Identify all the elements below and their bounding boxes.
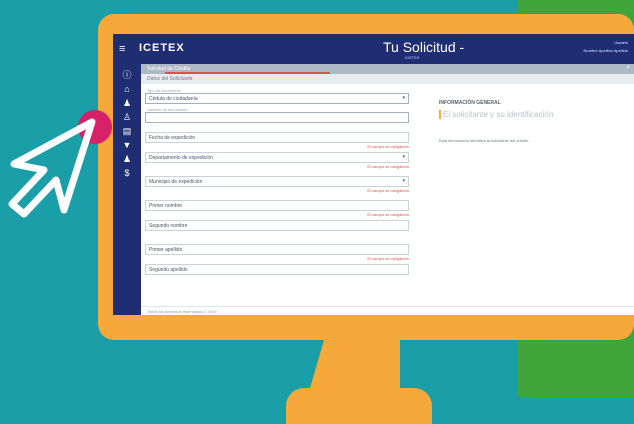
group-icon-2[interactable]: ♟ <box>122 154 132 164</box>
field-value: Cédula de ciudadanía <box>149 96 198 102</box>
menu-icon[interactable]: ≡ <box>119 43 125 55</box>
error-message: El campo es obligatorio <box>367 144 409 149</box>
close-icon[interactable]: × <box>626 65 630 71</box>
field-placeholder: Segundo nombre <box>149 223 188 229</box>
user-email: Nombre Apellido Apellido <box>583 48 628 53</box>
field-placeholder: Segundo apellido <box>149 267 188 273</box>
issue-municipality-select[interactable]: Municipio de expedición ▾ <box>145 176 409 187</box>
second-surname-input[interactable]: Segundo apellido <box>145 264 409 275</box>
filter-icon[interactable]: ▼ <box>122 140 132 150</box>
field-placeholder: Departamento de expedición <box>149 155 213 161</box>
chevron-down-icon: ▾ <box>402 154 405 160</box>
first-surname-input[interactable]: Primer apellido <box>145 244 409 255</box>
error-message: El campo es obligatorio <box>367 188 409 193</box>
screen: ≡ ICETEX Tu Solicitud - ICETEX Usuario N… <box>113 34 634 315</box>
middle-name-input[interactable]: Segundo nombre <box>145 220 409 231</box>
top-navbar: ≡ ICETEX Tu Solicitud - ICETEX Usuario N… <box>113 34 634 64</box>
applicant-form: Tipo de documento Cédula de ciudadanía ▾… <box>145 86 415 311</box>
logo: ICETEX <box>139 42 185 54</box>
people-icon[interactable]: ♙ <box>122 112 132 122</box>
cursor-arrow-icon <box>8 118 96 218</box>
app-subtitle: ICETEX <box>405 55 420 60</box>
document-type-select[interactable]: Cédula de ciudadanía ▾ <box>145 93 409 104</box>
error-message: El campo es obligatorio <box>367 256 409 261</box>
chevron-down-icon: ▾ <box>402 95 405 101</box>
user-name[interactable]: Usuario <box>614 40 628 45</box>
document-icon[interactable]: ▤ <box>122 126 132 136</box>
error-message: El campo es obligatorio <box>367 212 409 217</box>
footer: Todos los derechos reservados © 2019 <box>141 306 634 315</box>
info-icon[interactable]: ⓘ <box>122 70 132 80</box>
error-message: El campo es obligatorio <box>367 164 409 169</box>
monitor-base <box>286 388 432 424</box>
sub-title: Datos del Solicitante <box>147 76 193 82</box>
sub-header: Datos del Solicitante <box>141 74 634 84</box>
info-accent <box>439 110 441 119</box>
monitor-neck-left <box>310 340 338 388</box>
info-panel: INFORMACIÓN GENERAL El solicitante y su … <box>439 100 629 180</box>
footer-text: Todos los derechos reservados © 2019 <box>147 309 217 314</box>
issue-date-input[interactable]: Fecha de expedición <box>145 132 409 143</box>
info-subtitle: El solicitante y su identificación <box>443 110 554 119</box>
app-title: Tu Solicitud - <box>383 39 465 55</box>
field-placeholder: Fecha de expedición <box>149 135 196 141</box>
field-placeholder: Primer apellido <box>149 247 183 253</box>
document-number-input[interactable] <box>145 112 409 123</box>
money-icon[interactable]: $ <box>122 168 132 178</box>
sidebar: ⓘ ⌂ ♟ ♙ ▤ ▼ ♟ $ <box>113 64 141 315</box>
issue-department-select[interactable]: Departamento de expedición ▾ <box>145 152 409 163</box>
info-note: Esta información identifica al solicitan… <box>439 138 530 143</box>
first-name-input[interactable]: Primer nombre <box>145 200 409 211</box>
field-placeholder: Primer nombre <box>149 203 183 209</box>
group-icon[interactable]: ♟ <box>122 98 132 108</box>
field-placeholder: Municipio de expedición <box>149 179 203 185</box>
info-title: INFORMACIÓN GENERAL <box>439 100 501 106</box>
chevron-down-icon: ▾ <box>402 178 405 184</box>
home-icon[interactable]: ⌂ <box>122 84 132 94</box>
